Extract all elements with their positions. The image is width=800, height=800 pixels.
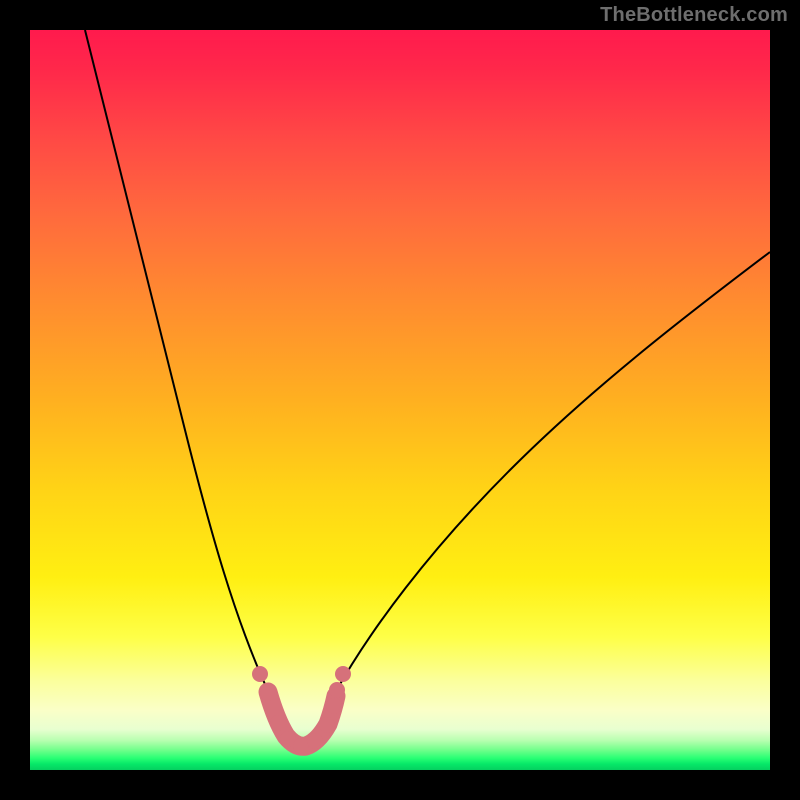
watermark-text: TheBottleneck.com bbox=[600, 4, 788, 27]
chart-frame: TheBottleneck.com bbox=[0, 0, 800, 800]
plot-area bbox=[30, 30, 770, 770]
curve-layer bbox=[30, 30, 770, 770]
right-branch-curve bbox=[335, 252, 770, 693]
left-branch-curve bbox=[85, 30, 269, 693]
